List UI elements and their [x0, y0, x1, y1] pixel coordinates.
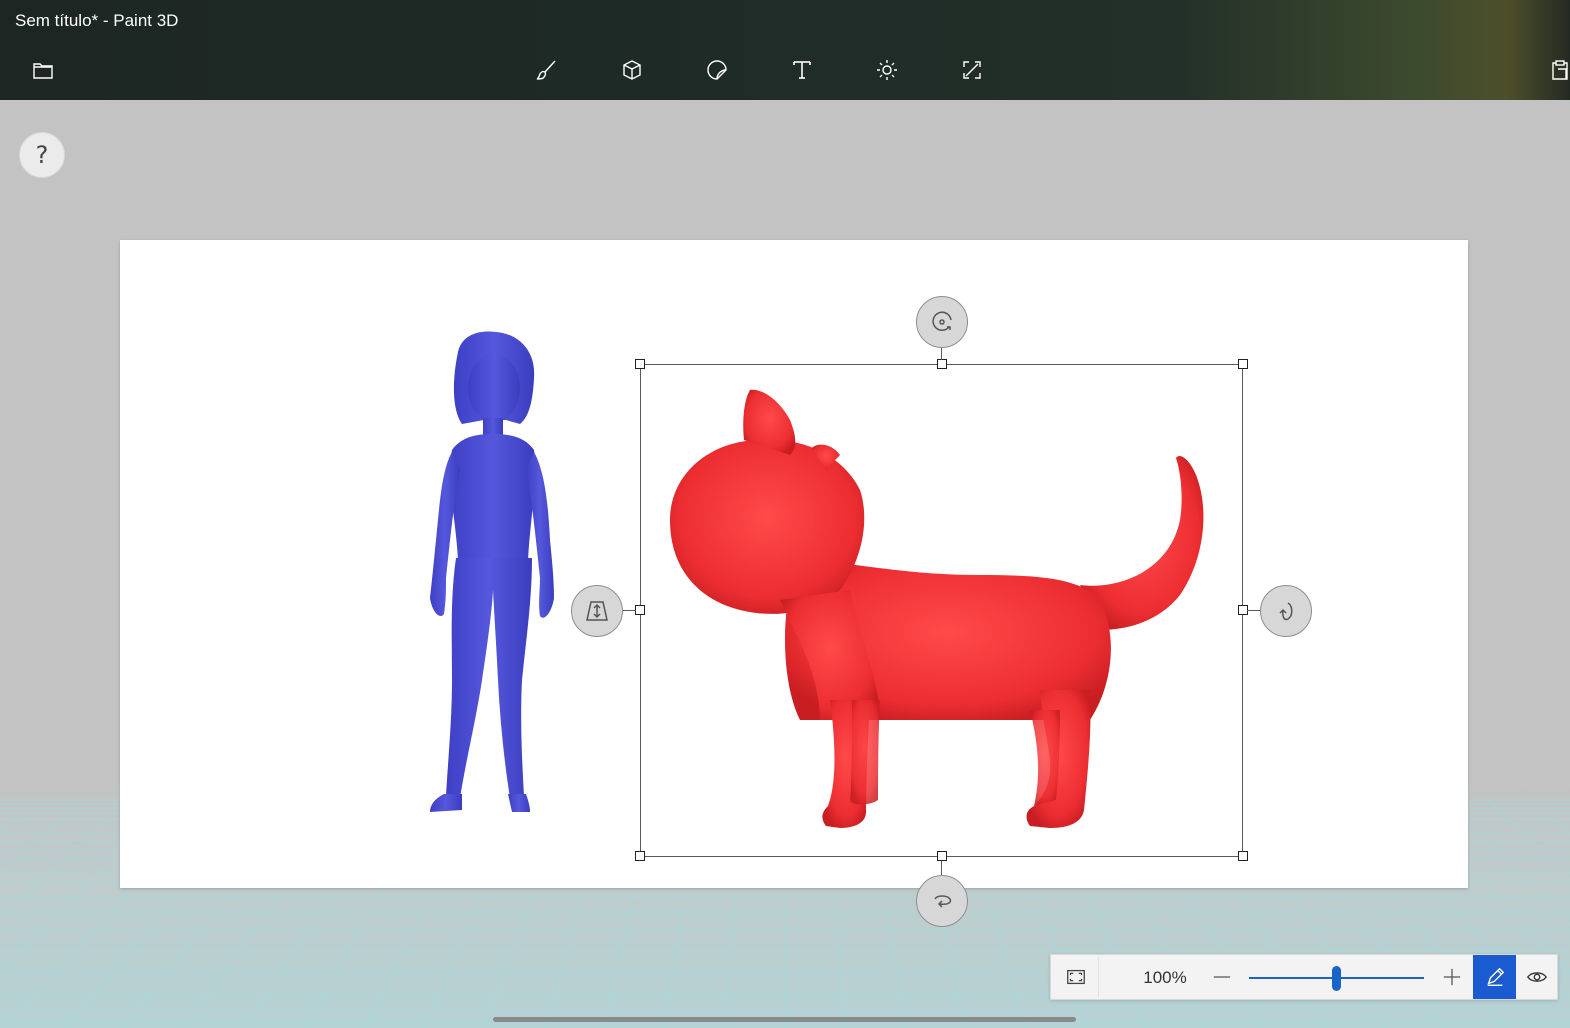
title-bar: Sem título* - Paint 3D	[0, 0, 1570, 100]
gizmo-connector	[1247, 610, 1260, 611]
resize-handle-top[interactable]	[937, 359, 947, 369]
zoom-out-button[interactable]	[1211, 965, 1233, 989]
window-title: Sem título* - Paint 3D	[15, 11, 179, 30]
resize-handle-top-right[interactable]	[1238, 359, 1248, 369]
rotate-z-button[interactable]	[916, 296, 968, 348]
gizmo-connector	[941, 347, 942, 360]
horizontal-scrollbar[interactable]	[493, 1017, 1076, 1022]
menu-icon[interactable]	[28, 55, 58, 85]
rotate-y-button[interactable]	[916, 875, 968, 927]
edit-mode-button[interactable]	[1473, 955, 1516, 999]
gizmo-connector	[941, 861, 942, 875]
stickers-icon[interactable]	[702, 55, 732, 85]
paste-icon[interactable]	[1545, 55, 1570, 85]
resize-handle-bottom-left[interactable]	[635, 851, 645, 861]
effects-icon[interactable]	[872, 55, 902, 85]
rotate-x-button[interactable]	[1260, 585, 1312, 637]
canvas-icon[interactable]	[957, 55, 987, 85]
resize-handle-top-left[interactable]	[635, 359, 645, 369]
gizmo-connector	[623, 610, 636, 611]
depth-move-button[interactable]	[571, 585, 623, 637]
resize-handle-bottom[interactable]	[937, 851, 947, 861]
brushes-icon[interactable]	[532, 55, 562, 85]
zoom-slider-thumb[interactable]	[1332, 966, 1341, 991]
fit-to-screen-button[interactable]	[1053, 957, 1099, 997]
view-mode-eye-icon[interactable]	[1516, 955, 1558, 999]
help-button[interactable]: ?	[19, 132, 65, 178]
zoom-level-label: 100%	[1143, 968, 1187, 987]
text-icon[interactable]	[787, 55, 817, 85]
resize-handle-left[interactable]	[635, 605, 645, 615]
3d-shapes-icon[interactable]	[617, 55, 647, 85]
selection-box[interactable]	[640, 364, 1243, 857]
resize-handle-bottom-right[interactable]	[1238, 851, 1248, 861]
zoom-in-button[interactable]	[1441, 965, 1463, 989]
zoom-bar: 100%	[1050, 954, 1558, 1000]
